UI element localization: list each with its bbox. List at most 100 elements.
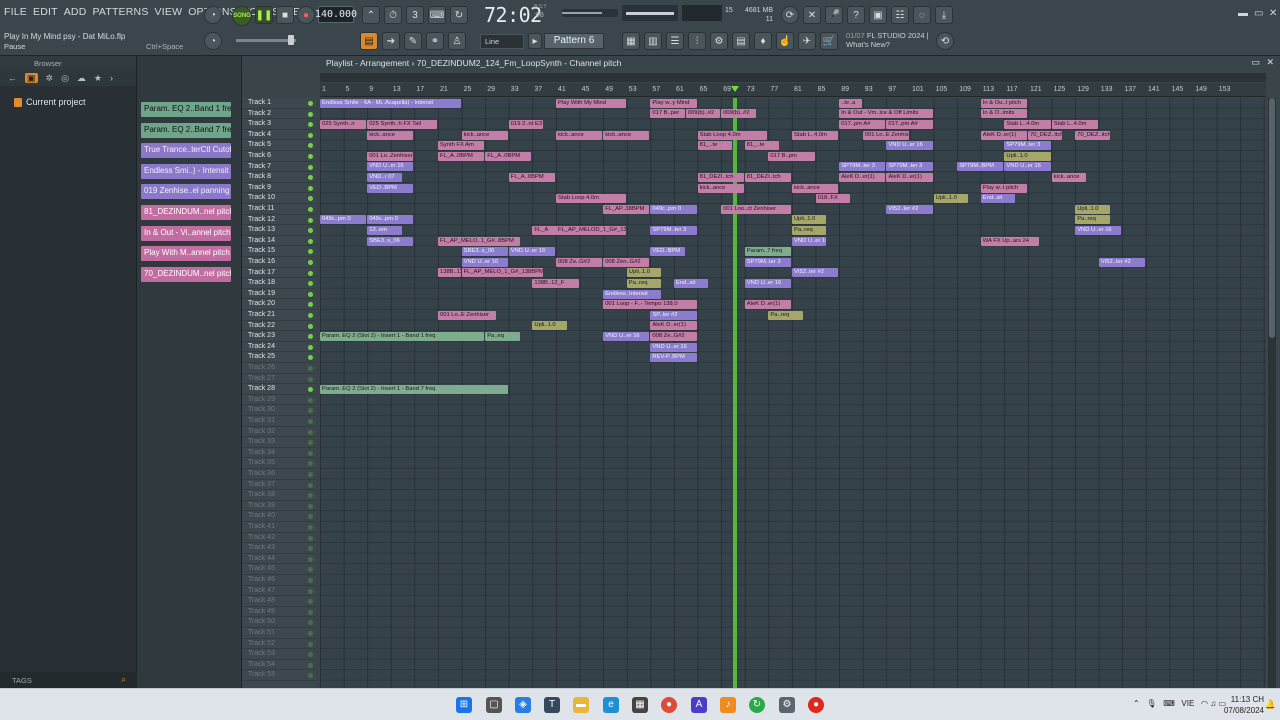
chat-icon[interactable]: ◌ <box>913 6 931 24</box>
track-mute-led-icon[interactable] <box>308 450 313 456</box>
playlist-clip[interactable]: VND U..er 16 <box>1075 226 1122 235</box>
track-mute-led-icon[interactable] <box>308 546 313 552</box>
track-mute-led-icon[interactable] <box>308 164 313 170</box>
arrow-right-small-icon[interactable]: › <box>110 73 113 83</box>
playlist-clip[interactable]: Upli..1.0 <box>532 321 567 331</box>
playlist-close-icon[interactable]: ✕ <box>1266 57 1274 68</box>
playlist-clip[interactable]: VND U..er 16 <box>792 236 827 246</box>
track-mute-led-icon[interactable] <box>308 567 313 573</box>
track-mute-led-icon[interactable] <box>308 175 313 181</box>
playlist-clip[interactable]: Stab Loop 4.0m <box>697 130 768 140</box>
current-project-node[interactable]: Current project <box>14 97 86 107</box>
track-header[interactable]: Track 17 <box>242 268 316 279</box>
playlist-clip[interactable]: VND U..er 16 <box>886 141 933 151</box>
video-icon[interactable]: ✈ <box>798 32 816 50</box>
track-mute-led-icon[interactable] <box>308 493 313 499</box>
file-explorer-icon[interactable]: ▬ <box>573 697 589 713</box>
playlist-clip[interactable]: 001 Lo..E Zenhiser <box>438 310 496 320</box>
track-mute-led-icon[interactable] <box>308 281 313 287</box>
track-header[interactable]: Track 38 <box>242 490 316 501</box>
playlist-clip[interactable]: SP79M..ter 3 <box>886 162 933 172</box>
track-header[interactable]: Track 2 <box>242 109 316 120</box>
download-icon[interactable]: ⤓ <box>935 6 953 24</box>
playlist-clip[interactable]: Upli..1.0 <box>1075 204 1110 214</box>
main-pitch-knob-icon[interactable]: ◔ <box>204 32 222 50</box>
track-header[interactable]: Track 22 <box>242 321 316 332</box>
playlist-clip[interactable]: SP79M..ter 3 <box>744 257 791 267</box>
track-mute-led-icon[interactable] <box>308 334 313 340</box>
playlist-overview[interactable] <box>320 73 1266 82</box>
track-header[interactable]: Track 7 <box>242 162 316 173</box>
snap-select[interactable]: Line <box>480 34 524 49</box>
menu-patterns[interactable]: PATTERNS <box>92 6 148 18</box>
chrome-icon[interactable]: ● <box>661 697 677 713</box>
playlist-clip[interactable]: Param..7 freq <box>744 247 791 257</box>
playlist-clip[interactable]: AleK D..er(1) <box>980 130 1027 140</box>
track-header[interactable]: Track 35 <box>242 458 316 469</box>
playlist-clip[interactable]: 017 B..per <box>650 109 685 119</box>
playlist-clip[interactable]: FL_AP_MELO_1_G#_138BPM <box>461 268 544 278</box>
playlist-clip[interactable]: 138B..12 <box>438 268 461 278</box>
track-header[interactable]: Track 21 <box>242 310 316 321</box>
track-header[interactable]: Track 44 <box>242 554 316 565</box>
track-header[interactable]: Track 28 <box>242 384 316 395</box>
track-mute-led-icon[interactable] <box>308 302 313 308</box>
track-header[interactable]: Track 14 <box>242 236 316 247</box>
playlist-clip[interactable]: 018..FX <box>815 194 850 204</box>
track-mute-led-icon[interactable] <box>308 185 313 191</box>
clip-source-item[interactable]: 019 Zenhise..el panning <box>141 184 231 200</box>
track-header[interactable]: Track 49 <box>242 607 316 618</box>
playlist-clip[interactable]: kick..ance <box>461 130 508 140</box>
step-edit-icon[interactable]: ⌨ <box>428 6 446 24</box>
song-mode-button[interactable]: SONG <box>232 6 252 26</box>
close-icon[interactable]: ✕ <box>1269 8 1277 19</box>
playlist-clip[interactable]: End..sit <box>980 194 1016 204</box>
track-mute-led-icon[interactable] <box>308 207 313 212</box>
playlist-clip[interactable]: SBE3..s_06 <box>461 247 508 257</box>
playlist-clip[interactable]: 008 Zen..G#2 <box>603 257 650 267</box>
track-mute-led-icon[interactable] <box>308 641 313 647</box>
volume-icon[interactable]: ♫ <box>1210 699 1216 708</box>
track-mute-led-icon[interactable] <box>308 101 313 106</box>
clip-source-item[interactable]: Play With M..annel pitch <box>141 246 231 262</box>
playlist-clip[interactable]: 81_DEZI..tch <box>697 173 744 182</box>
track-mute-led-icon[interactable] <box>308 620 313 626</box>
track-header[interactable]: Track 4 <box>242 130 316 141</box>
news-panel[interactable]: 01/07 FL STUDIO 2024 | What's New? <box>846 31 929 49</box>
playlist-clip[interactable]: 009(b)..#2 <box>685 109 721 119</box>
track-mute-led-icon[interactable] <box>308 313 313 318</box>
tags-bar[interactable]: TAGS ⌕ <box>0 672 137 688</box>
track-header[interactable]: Track 30 <box>242 405 316 416</box>
input-language[interactable]: VIE <box>1181 699 1194 708</box>
help-icon[interactable]: ? <box>847 6 865 24</box>
track-mute-led-icon[interactable] <box>308 132 313 138</box>
playlist-clip[interactable]: FL_AP..38BPM <box>603 204 650 214</box>
track-header[interactable]: Track 34 <box>242 448 316 459</box>
playlist-clip[interactable]: FL_AP_MELOD_1_G#_138BPM <box>556 226 626 235</box>
premiere-icon[interactable]: A <box>691 697 707 713</box>
track-mute-led-icon[interactable] <box>308 482 313 488</box>
tray-mic-icon[interactable]: 🎙 <box>1146 699 1156 708</box>
playlist-clip[interactable]: 049c..pm 0 <box>320 215 367 225</box>
touch-keyboard-icon[interactable]: ☝ <box>776 32 794 50</box>
playlist-clip[interactable]: 017 B..pm <box>768 151 815 161</box>
playlist-clip[interactable]: SP79M..ter 3 <box>839 162 886 172</box>
track-mute-led-icon[interactable] <box>308 344 313 350</box>
playlist-clip[interactable]: End..sit <box>674 279 709 288</box>
main-volume-slider[interactable] <box>236 35 296 45</box>
tools-icon[interactable]: ✕ <box>803 6 821 24</box>
playlist-clip[interactable]: SP79M..BPM <box>957 162 1004 172</box>
playlist-clip[interactable]: VI52..ter #2 <box>792 268 839 278</box>
track-header[interactable]: Track 1 <box>242 98 316 109</box>
scrollbar-thumb[interactable] <box>1269 98 1275 338</box>
playlist-clip[interactable]: 001 Lo..E Zenhiser <box>862 130 909 140</box>
track-mute-led-icon[interactable] <box>308 461 313 467</box>
playlist-clip[interactable]: 70_DEZ..itch <box>1075 130 1110 140</box>
menu-add[interactable]: ADD <box>64 6 87 18</box>
plugin-icon[interactable]: ⚙ <box>710 32 728 50</box>
playlist-clip[interactable]: Pa..req <box>792 226 827 235</box>
record-button[interactable]: ● <box>297 6 315 24</box>
track-header[interactable]: Track 31 <box>242 416 316 427</box>
playlist-clip[interactable]: VND U..er 16 <box>367 162 414 172</box>
tempo-display[interactable]: 140.000 <box>315 6 357 23</box>
